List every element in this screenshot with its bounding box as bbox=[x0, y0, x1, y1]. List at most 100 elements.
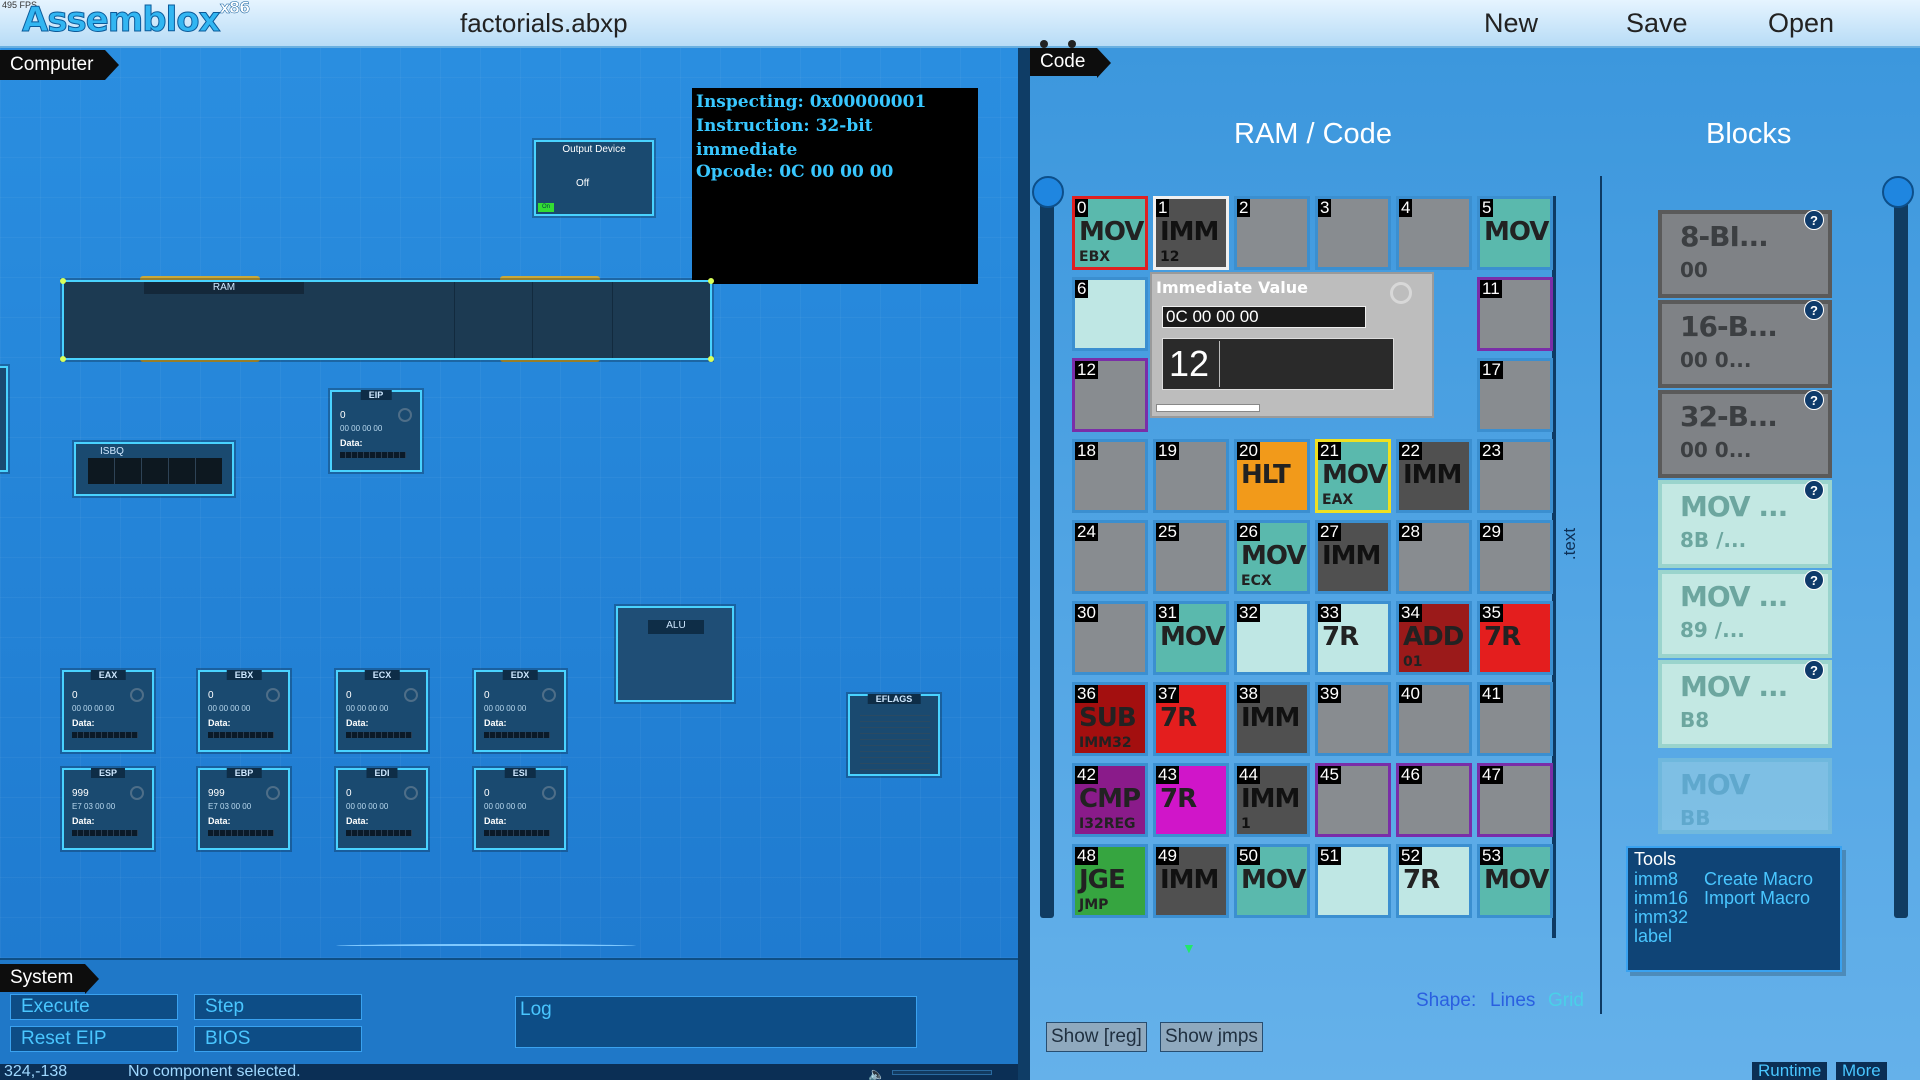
collapse-handle[interactable] bbox=[336, 944, 636, 948]
shape-grid-option[interactable]: Grid bbox=[1548, 990, 1584, 1012]
volume-slider[interactable] bbox=[892, 1070, 992, 1075]
alu-component[interactable]: ALU bbox=[616, 606, 734, 702]
label-tool[interactable]: label bbox=[1634, 927, 1688, 946]
ram-cell[interactable]: 46 bbox=[1396, 763, 1472, 837]
bios-button[interactable]: BIOS bbox=[194, 1026, 362, 1052]
import-macro-button[interactable]: Import Macro bbox=[1704, 889, 1813, 908]
ram-cell[interactable]: 24 bbox=[1072, 520, 1148, 594]
ram-cell[interactable]: 17 bbox=[1477, 358, 1553, 432]
help-icon[interactable]: ? bbox=[1804, 390, 1824, 410]
register-ebx[interactable]: EBX 0 00 00 00 00 Data: bbox=[198, 670, 290, 752]
ram-cell[interactable]: 44 IMM 1 bbox=[1234, 763, 1310, 837]
ram-cell[interactable]: 41 bbox=[1477, 682, 1553, 756]
ram-cell[interactable]: 20 HLT bbox=[1234, 439, 1310, 513]
ram-cell[interactable]: 21 MOV EAX bbox=[1315, 439, 1391, 513]
block-item[interactable]: 8-BI... 00 ? bbox=[1658, 210, 1832, 298]
block-item[interactable]: 16-B... 00 0... ? bbox=[1658, 300, 1832, 388]
register-esi[interactable]: ESI 0 00 00 00 00 Data: bbox=[474, 768, 566, 850]
block-ghost[interactable]: MOV BB bbox=[1658, 758, 1832, 834]
ram-cell[interactable]: 11 bbox=[1477, 277, 1553, 351]
ram-cell[interactable]: 33 7R bbox=[1315, 601, 1391, 675]
ram-cell[interactable]: 50 MOV bbox=[1234, 844, 1310, 918]
gear-icon[interactable] bbox=[1390, 282, 1412, 304]
ram-cell[interactable]: 12 bbox=[1072, 358, 1148, 432]
ram-cell[interactable]: 22 IMM bbox=[1396, 439, 1472, 513]
more-tab[interactable]: More bbox=[1836, 1062, 1887, 1080]
register-ecx[interactable]: ECX 0 00 00 00 00 Data: bbox=[336, 670, 428, 752]
register-eax[interactable]: EAX 0 00 00 00 00 Data: bbox=[62, 670, 154, 752]
ram-cell[interactable]: 53 MOV bbox=[1477, 844, 1553, 918]
reset-eip-button[interactable]: Reset EIP bbox=[10, 1026, 178, 1052]
ram-cell[interactable]: 38 IMM bbox=[1234, 682, 1310, 756]
help-icon[interactable]: ? bbox=[1804, 480, 1824, 500]
ram-scroll-knob[interactable] bbox=[1032, 176, 1064, 208]
hex-input[interactable]: 0C 00 00 00 bbox=[1162, 306, 1366, 328]
isbq-component[interactable]: ISBQ bbox=[74, 442, 234, 496]
ram-cell[interactable]: 27 IMM bbox=[1315, 520, 1391, 594]
panel-divider[interactable] bbox=[1018, 48, 1030, 1080]
register-edi[interactable]: EDI 0 00 00 00 00 Data: bbox=[336, 768, 428, 850]
ram-cell[interactable]: 36 SUB IMM32 bbox=[1072, 682, 1148, 756]
block-item[interactable]: MOV ... B8 ? bbox=[1658, 660, 1832, 748]
ram-cell[interactable]: 26 MOV ECX bbox=[1234, 520, 1310, 594]
ram-cell[interactable]: 37 7R bbox=[1153, 682, 1229, 756]
register-esp[interactable]: ESP 999 E7 03 00 00 Data: bbox=[62, 768, 154, 850]
help-icon[interactable]: ? bbox=[1804, 570, 1824, 590]
ram-cell[interactable]: 31 MOV bbox=[1153, 601, 1229, 675]
save-button[interactable]: Save bbox=[1626, 8, 1688, 39]
help-icon[interactable]: ? bbox=[1804, 300, 1824, 320]
imm8-tool[interactable]: imm8 bbox=[1634, 870, 1688, 889]
ram-cell[interactable]: 6 bbox=[1072, 277, 1148, 351]
ram-cell[interactable]: 1 IMM 12 bbox=[1153, 196, 1229, 270]
ram-cell[interactable]: 45 bbox=[1315, 763, 1391, 837]
ram-cell[interactable]: 5 MOV bbox=[1477, 196, 1553, 270]
ram-cell[interactable]: 3 bbox=[1315, 196, 1391, 270]
ram-cell[interactable]: 52 7R bbox=[1396, 844, 1472, 918]
step-button[interactable]: Step bbox=[194, 994, 362, 1020]
value-slider[interactable] bbox=[1156, 404, 1260, 412]
ram-cell[interactable]: 30 bbox=[1072, 601, 1148, 675]
ram-cell[interactable]: 25 bbox=[1153, 520, 1229, 594]
create-macro-button[interactable]: Create Macro bbox=[1704, 870, 1813, 889]
runtime-tab[interactable]: Runtime bbox=[1752, 1062, 1828, 1080]
ram-cell[interactable]: 34 ADD 01 bbox=[1396, 601, 1472, 675]
ram-cell[interactable]: 35 7R bbox=[1477, 601, 1553, 675]
block-item[interactable]: MOV ... 8B /... ? bbox=[1658, 480, 1832, 568]
ram-cell[interactable]: 29 bbox=[1477, 520, 1553, 594]
output-device-indicator[interactable]: On bbox=[538, 203, 554, 212]
ram-cell[interactable]: 43 7R bbox=[1153, 763, 1229, 837]
speaker-icon[interactable]: 🔈 bbox=[868, 1066, 885, 1080]
ram-cell[interactable]: 39 bbox=[1315, 682, 1391, 756]
ram-cell[interactable]: 32 bbox=[1234, 601, 1310, 675]
ram-cell[interactable]: 4 bbox=[1396, 196, 1472, 270]
ram-cell[interactable]: 19 bbox=[1153, 439, 1229, 513]
imm16-tool[interactable]: imm16 bbox=[1634, 889, 1688, 908]
open-button[interactable]: Open bbox=[1768, 8, 1834, 39]
help-icon[interactable]: ? bbox=[1804, 210, 1824, 230]
eflags-register[interactable]: EFLAGS bbox=[848, 694, 940, 776]
block-item[interactable]: 32-B... 00 0... ? bbox=[1658, 390, 1832, 478]
ram-scroll-track[interactable] bbox=[1040, 196, 1054, 918]
ram-cell[interactable]: 2 bbox=[1234, 196, 1310, 270]
help-icon[interactable]: ? bbox=[1804, 660, 1824, 680]
imm32-tool[interactable]: imm32 bbox=[1634, 908, 1688, 927]
show-jmps-button[interactable]: Show jmps bbox=[1160, 1022, 1263, 1052]
shape-lines-option[interactable]: Lines bbox=[1490, 990, 1535, 1012]
blocks-scroll-knob[interactable] bbox=[1882, 176, 1914, 208]
ram-cell[interactable]: 28 bbox=[1396, 520, 1472, 594]
eip-register[interactable]: EIP 0 00 00 00 00 Data: bbox=[330, 390, 422, 472]
ram-cell[interactable]: 49 IMM bbox=[1153, 844, 1229, 918]
register-ebp[interactable]: EBP 999 E7 03 00 00 Data: bbox=[198, 768, 290, 850]
ram-cell[interactable]: 47 bbox=[1477, 763, 1553, 837]
new-button[interactable]: New bbox=[1484, 8, 1538, 39]
show-reg-button[interactable]: Show [reg] bbox=[1046, 1022, 1147, 1052]
ram-cell[interactable]: 42 CMP I32REG bbox=[1072, 763, 1148, 837]
execute-button[interactable]: Execute bbox=[10, 994, 178, 1020]
ram-cell[interactable]: 23 bbox=[1477, 439, 1553, 513]
block-item[interactable]: MOV ... 89 /... ? bbox=[1658, 570, 1832, 658]
ram-cell[interactable]: 51 bbox=[1315, 844, 1391, 918]
blocks-scroll-track[interactable] bbox=[1894, 196, 1908, 918]
ram-cell[interactable]: 40 bbox=[1396, 682, 1472, 756]
ram-component[interactable]: RAM bbox=[60, 278, 714, 362]
register-edx[interactable]: EDX 0 00 00 00 00 Data: bbox=[474, 670, 566, 752]
